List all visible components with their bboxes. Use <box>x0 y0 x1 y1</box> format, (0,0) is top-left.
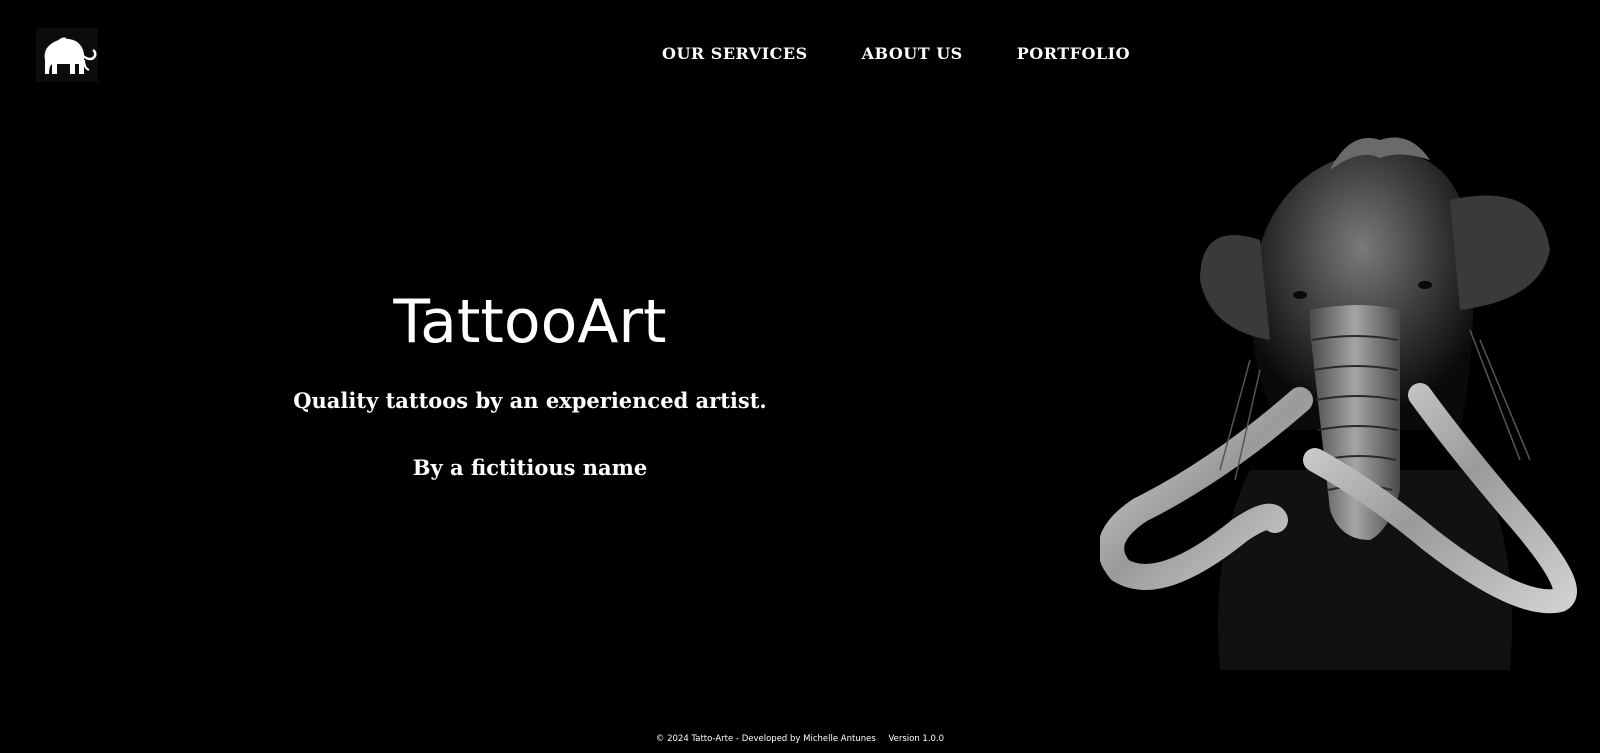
hero-tagline: Quality tattoos by an experienced artist… <box>293 388 767 413</box>
main-nav: OUR SERVICES ABOUT US PORTFOLIO <box>662 44 1130 63</box>
hero-section: TattooArt Quality tattoos by an experien… <box>280 286 780 480</box>
footer-copyright: © 2024 Tatto-Arte - Developed by Michell… <box>655 734 876 744</box>
page: OUR SERVICES ABOUT US PORTFOLIO TattooAr… <box>0 0 1600 753</box>
nav-portfolio[interactable]: PORTFOLIO <box>1017 44 1130 63</box>
footer: © 2024 Tatto-Arte - Developed by Michell… <box>0 734 1600 744</box>
mammoth-icon <box>44 37 97 74</box>
nav-our-services[interactable]: OUR SERVICES <box>662 44 808 63</box>
mammoth-illustration <box>1100 137 1577 670</box>
footer-version: Version 1.0.0 <box>888 734 945 744</box>
hero-title: TattooArt <box>393 287 667 357</box>
logo-link[interactable] <box>36 28 98 82</box>
nav-about-us[interactable]: ABOUT US <box>862 44 963 63</box>
hero-author: By a fictitious name <box>412 455 648 480</box>
